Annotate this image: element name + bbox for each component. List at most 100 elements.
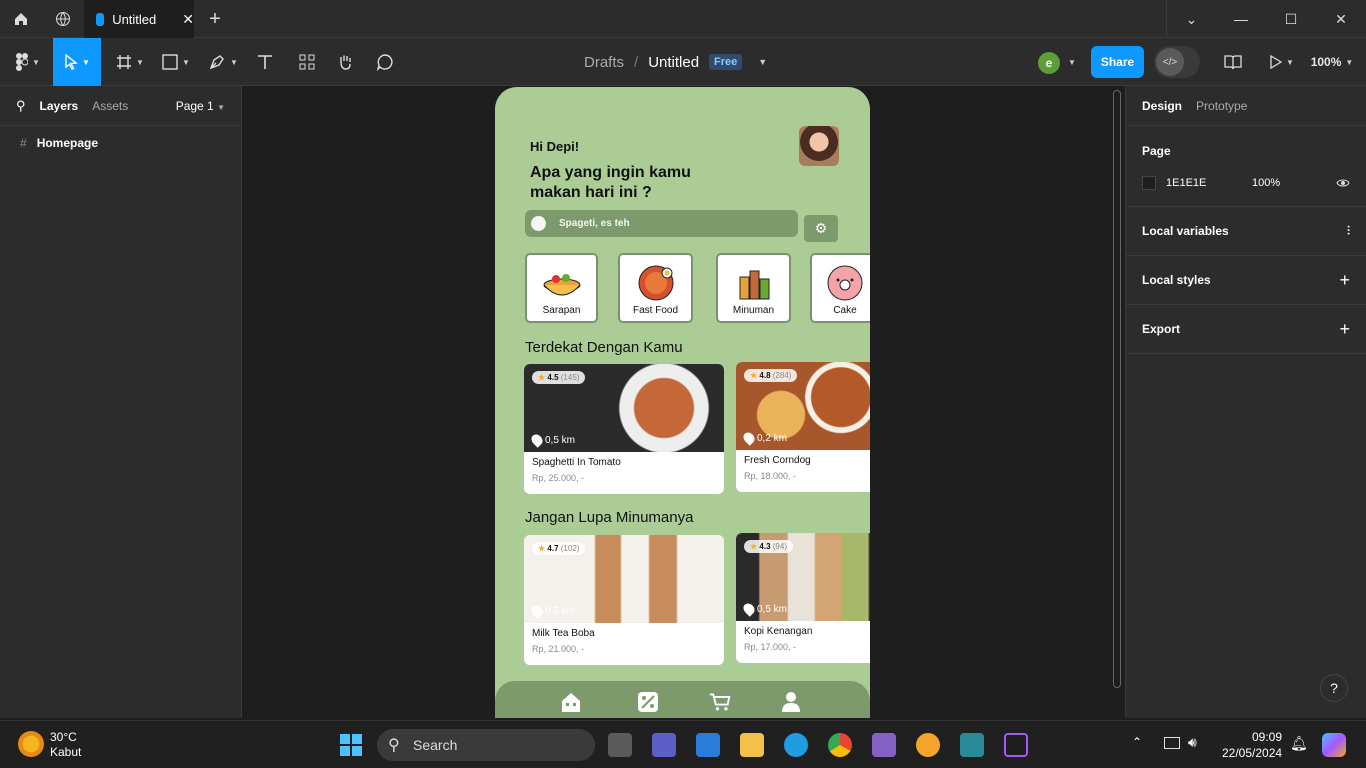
food-card[interactable]: ★ 4.8 (284) 0,2 km Fresh Corndog Rp, 18.… bbox=[736, 362, 870, 492]
eye-icon[interactable] bbox=[1336, 178, 1350, 188]
library-icon[interactable] bbox=[1222, 38, 1244, 86]
notification-bell-icon[interactable]: 🔔︎ bbox=[1290, 735, 1308, 752]
share-button[interactable]: Share bbox=[1091, 46, 1144, 78]
crumb-drafts[interactable]: Drafts bbox=[584, 54, 624, 71]
file-tab[interactable]: Untitled ✕ bbox=[84, 0, 194, 38]
main-menu-button[interactable]: ▼ bbox=[8, 38, 48, 86]
distance: 0,5 km bbox=[529, 432, 575, 448]
minimize-button[interactable]: — bbox=[1216, 0, 1266, 38]
category-sarapan[interactable]: Sarapan bbox=[525, 253, 598, 323]
chevron-down-icon[interactable]: ▼ bbox=[758, 57, 767, 67]
drink-name: Kopi Kenangan bbox=[744, 626, 813, 637]
tab-prototype[interactable]: Prototype bbox=[1196, 99, 1247, 113]
crumb-file-name[interactable]: Untitled bbox=[648, 54, 699, 71]
frame-tool[interactable]: ▼ bbox=[112, 38, 148, 86]
network-icon[interactable] bbox=[1164, 737, 1180, 749]
figma-icon[interactable] bbox=[1004, 733, 1028, 757]
text-tool[interactable] bbox=[252, 38, 278, 86]
chrome-icon[interactable] bbox=[828, 733, 852, 757]
chevron-up-icon[interactable]: ⌃ bbox=[1132, 735, 1142, 749]
close-tab-icon[interactable]: ✕ bbox=[182, 11, 194, 28]
teams-icon[interactable] bbox=[652, 733, 676, 757]
volume-icon[interactable]: 🔊︎ bbox=[1188, 734, 1197, 751]
category-minuman[interactable]: Minuman bbox=[716, 253, 791, 323]
local-styles-section[interactable]: Local styles + bbox=[1126, 256, 1366, 305]
toolbar: ▼ ▼ ▼ ▼ ▼ Drafts / Untitled Free ▼ e ▼ S… bbox=[0, 38, 1366, 86]
pen-tool[interactable]: ▼ bbox=[204, 38, 242, 86]
drink-card[interactable]: ★ 4.3 (94) 0,5 km Kopi Kenangan Rp, 17.0… bbox=[736, 533, 870, 663]
page-selector-label: Page 1 bbox=[175, 98, 214, 113]
help-button[interactable]: ? bbox=[1320, 674, 1348, 702]
page-selector[interactable]: Page 1 ▼ bbox=[176, 99, 225, 113]
page-color-swatch[interactable] bbox=[1142, 176, 1156, 190]
canvas-scrollbar[interactable] bbox=[1113, 90, 1121, 688]
category-label: Cake bbox=[833, 305, 857, 316]
nox-icon[interactable] bbox=[960, 733, 984, 757]
home-icon[interactable] bbox=[8, 0, 34, 38]
avatar[interactable]: e bbox=[1038, 52, 1060, 74]
homepage-frame[interactable]: Hi Depi! Apa yang ingin kamu makan hari … bbox=[495, 87, 870, 718]
page-opacity-value[interactable]: 100% bbox=[1252, 177, 1280, 189]
visual-studio-icon[interactable] bbox=[872, 733, 896, 757]
rating-count: (102) bbox=[560, 544, 580, 553]
category-fast-food[interactable]: Fast Food bbox=[618, 253, 693, 323]
clock-date[interactable]: 22/05/2024 bbox=[1222, 745, 1282, 761]
zoom-menu[interactable]: 100% ▼ bbox=[1306, 38, 1358, 86]
figma-file-icon bbox=[96, 12, 105, 26]
crumb-separator: / bbox=[634, 53, 639, 71]
comment-tool[interactable] bbox=[372, 38, 398, 86]
filter-icon[interactable]: ⚙ bbox=[804, 215, 838, 242]
sliders-icon[interactable]: ⫶ bbox=[1347, 224, 1350, 239]
shape-tool[interactable]: ▼ bbox=[158, 38, 194, 86]
present-button[interactable]: ▼ bbox=[1266, 38, 1298, 86]
hand-tool[interactable] bbox=[332, 38, 358, 86]
copilot-icon[interactable] bbox=[1322, 733, 1346, 757]
canvas[interactable]: Hi Depi! Apa yang ingin kamu makan hari … bbox=[242, 86, 1125, 718]
rating-count: (284) bbox=[772, 371, 792, 380]
export-section[interactable]: Export + bbox=[1126, 305, 1366, 354]
breadcrumb: Drafts / Untitled Free ▼ bbox=[584, 38, 767, 86]
add-icon[interactable]: + bbox=[1339, 319, 1350, 340]
discount-icon[interactable] bbox=[637, 691, 659, 713]
store-icon[interactable] bbox=[696, 733, 720, 757]
chevron-down-icon[interactable]: ▼ bbox=[1068, 58, 1076, 67]
local-variables-section[interactable]: Local variables ⫶ bbox=[1126, 207, 1366, 256]
clock-time[interactable]: 09:09 bbox=[1222, 729, 1282, 745]
weather-icon[interactable] bbox=[18, 731, 44, 757]
user-icon[interactable] bbox=[780, 691, 802, 713]
windows-start-icon[interactable] bbox=[340, 734, 362, 756]
new-tab-button[interactable]: + bbox=[204, 0, 226, 38]
cart-icon[interactable] bbox=[709, 691, 731, 713]
dev-mode-toggle[interactable]: </> bbox=[1154, 46, 1200, 78]
taskbar-search[interactable]: ⚲ Search bbox=[377, 729, 595, 761]
edge-icon[interactable] bbox=[784, 733, 808, 757]
weather-desc: Kabut bbox=[50, 745, 82, 759]
close-window-button[interactable]: ✕ bbox=[1316, 0, 1366, 38]
search-input[interactable]: Spageti, es teh bbox=[525, 210, 798, 237]
drink-card[interactable]: ★ 4.7 (102) 0,5 km Milk Tea Boba Rp, 21.… bbox=[524, 535, 724, 665]
category-cake[interactable]: Cake bbox=[810, 253, 870, 323]
add-icon[interactable]: + bbox=[1339, 270, 1350, 291]
vpn-icon[interactable] bbox=[916, 733, 940, 757]
chevron-down-icon[interactable]: ⌄ bbox=[1166, 0, 1216, 38]
drink-price: Rp, 21.000, - bbox=[532, 644, 585, 654]
tab-design[interactable]: Design bbox=[1142, 99, 1182, 113]
globe-icon[interactable] bbox=[50, 0, 76, 38]
profile-photo[interactable] bbox=[799, 126, 839, 166]
layer-item[interactable]: # Homepage bbox=[0, 126, 241, 160]
resources-tool[interactable] bbox=[294, 38, 320, 86]
home-icon[interactable] bbox=[560, 691, 582, 713]
file-explorer-icon[interactable] bbox=[740, 733, 764, 757]
right-panel: Design Prototype Page 1E1E1E 100% Local … bbox=[1125, 86, 1366, 718]
task-view-icon[interactable] bbox=[608, 733, 632, 757]
tab-layers[interactable]: Layers bbox=[40, 99, 79, 113]
maximize-button[interactable]: ☐ bbox=[1266, 0, 1316, 38]
food-card[interactable]: ★ 4.5 (145) 0,5 km Spaghetti In Tomato R… bbox=[524, 364, 724, 494]
page-color-value[interactable]: 1E1E1E bbox=[1166, 177, 1252, 189]
weather-temp: 30°C bbox=[50, 730, 77, 744]
move-tool[interactable]: ▼ bbox=[53, 38, 101, 86]
rating-badge: ★ 4.3 (94) bbox=[744, 540, 793, 553]
search-placeholder: Spageti, es teh bbox=[559, 218, 630, 229]
tab-assets[interactable]: Assets bbox=[92, 99, 128, 113]
search-icon[interactable]: ⚲ bbox=[16, 98, 26, 114]
